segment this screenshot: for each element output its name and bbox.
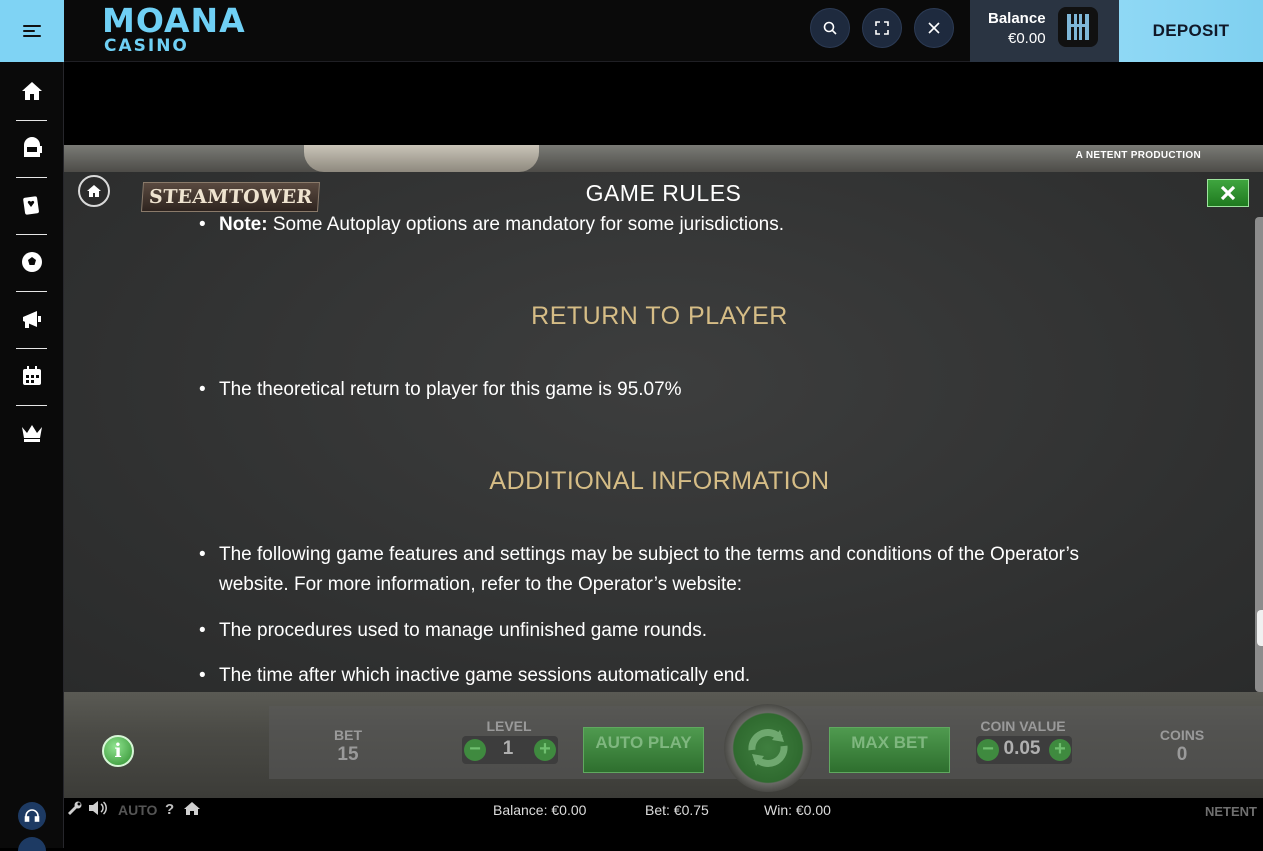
level-label: LEVEL xyxy=(486,718,532,734)
search-icon xyxy=(823,21,837,35)
deposit-button[interactable]: DEPOSIT xyxy=(1119,0,1263,62)
support-button[interactable] xyxy=(18,802,46,830)
additional-text: The procedures used to manage unfinished… xyxy=(219,620,707,641)
fullscreen-button[interactable] xyxy=(862,8,902,48)
sidebar xyxy=(0,62,64,851)
user-avatar-icon xyxy=(1067,14,1089,40)
coin-value-label: COIN VALUE xyxy=(980,718,1066,734)
bullet: • xyxy=(199,620,206,641)
menu-button[interactable] xyxy=(0,0,64,62)
sidebar-item-casino[interactable] xyxy=(17,190,47,220)
sidebar-divider xyxy=(16,348,47,349)
additional-info-heading: ADDITIONAL INFORMATION xyxy=(489,467,830,495)
sidebar-item-home[interactable] xyxy=(17,76,47,106)
balance-widget[interactable]: Balance €0.00 xyxy=(970,0,1119,62)
status-balance: Balance: €0.00 xyxy=(493,802,587,818)
additional-text: The following game features and settings… xyxy=(219,544,1080,595)
close-rules-button[interactable] xyxy=(1207,179,1249,207)
game-frame: A NETENT PRODUCTION STEAMTOWER GAME RULE… xyxy=(64,145,1263,823)
rules-note: • Note: Some Autoplay options are mandato… xyxy=(199,210,784,240)
bullet: • xyxy=(199,214,206,235)
rules-scrollbar-thumb[interactable] xyxy=(1257,610,1263,646)
balance-label: Balance xyxy=(988,10,1046,27)
settings-wrench-icon[interactable] xyxy=(67,801,83,819)
bet-label: BET xyxy=(334,727,362,743)
search-button[interactable] xyxy=(810,8,850,48)
home-icon[interactable] xyxy=(183,801,201,820)
additional-text: The time after which inactive game sessi… xyxy=(219,665,751,686)
help-icon[interactable]: ? xyxy=(165,801,174,818)
close-icon xyxy=(928,22,940,34)
game-rules-panel: STEAMTOWER GAME RULES • Note: Some Autopl… xyxy=(64,172,1263,692)
additional-info-item: • The time after which inactive game sess… xyxy=(199,661,751,691)
netent-logo: NETENT xyxy=(1205,804,1257,819)
coin-value-increase-button[interactable]: + xyxy=(1049,739,1071,761)
close-game-button[interactable] xyxy=(914,8,954,48)
level-increase-button[interactable]: + xyxy=(534,739,556,761)
home-icon xyxy=(22,82,42,100)
sidebar-item-sports[interactable] xyxy=(17,247,47,277)
sidebar-item-slots[interactable] xyxy=(17,133,47,163)
casino-logo[interactable]: MOANA CASINO xyxy=(102,1,246,56)
hamburger-icon xyxy=(23,22,41,40)
close-icon xyxy=(1220,185,1236,201)
chat-button[interactable] xyxy=(18,837,46,851)
status-win: Win: €0.00 xyxy=(764,802,831,818)
fullscreen-icon xyxy=(875,21,889,35)
sidebar-divider xyxy=(16,234,47,235)
game-header-strip: A NETENT PRODUCTION xyxy=(64,145,1263,172)
spin-icon xyxy=(748,729,788,767)
sidebar-item-promotions[interactable] xyxy=(17,304,47,334)
bullet: • xyxy=(199,379,206,400)
additional-info-item: • The procedures used to manage unfinishe… xyxy=(199,616,707,646)
coins-label: COINS xyxy=(1159,727,1205,743)
spin-button[interactable] xyxy=(724,704,812,792)
top-bar: MOANA CASINO Balance €0.00 DEPOSIT xyxy=(0,0,1263,62)
balance-value: €0.00 xyxy=(1008,30,1046,47)
level-value: 1 xyxy=(502,738,514,759)
avatar[interactable] xyxy=(1058,7,1098,47)
sidebar-divider xyxy=(16,291,47,292)
autoplay-button[interactable]: AUTO PLAY xyxy=(583,727,704,773)
level-decrease-button[interactable]: − xyxy=(464,739,486,761)
bet-value: 15 xyxy=(337,744,359,765)
game-control-panel: i BET 15 LEVEL − 1 + AUTO PLAY MAX BET C… xyxy=(64,692,1263,798)
calendar-icon xyxy=(23,366,41,385)
game-status-bar: AUTO ? Balance: €0.00 Bet: €0.75 Win: €0… xyxy=(64,798,1263,823)
sidebar-divider xyxy=(16,177,47,178)
info-icon: i xyxy=(114,740,122,762)
logo-subtext: CASINO xyxy=(104,36,189,56)
max-bet-button[interactable]: MAX BET xyxy=(829,727,950,773)
sidebar-item-vip[interactable] xyxy=(17,418,47,448)
additional-info-item: • The following game features and setting… xyxy=(199,540,1119,600)
game-header-decoration xyxy=(304,145,539,172)
logo-text: MOANA xyxy=(102,1,246,40)
sound-icon[interactable] xyxy=(88,801,108,819)
cards-icon xyxy=(23,196,39,215)
promotions-icon xyxy=(23,311,41,328)
note-text: Some Autoplay options are mandatory for … xyxy=(267,214,784,235)
headset-icon xyxy=(24,809,40,822)
bullet: • xyxy=(199,665,206,686)
rtp-heading: RETURN TO PLAYER xyxy=(531,302,788,330)
sidebar-item-calendar[interactable] xyxy=(17,361,47,391)
coins-value: 0 xyxy=(1176,744,1188,765)
status-bet: Bet: €0.75 xyxy=(645,802,709,818)
football-icon xyxy=(22,252,42,272)
info-button[interactable]: i xyxy=(102,735,134,767)
slot-machine-icon xyxy=(24,137,42,157)
sidebar-divider xyxy=(16,405,47,406)
sidebar-divider xyxy=(16,120,47,121)
auto-toggle[interactable]: AUTO xyxy=(118,802,157,818)
coin-value: 0.05 xyxy=(1003,738,1041,759)
producer-credit: A NETENT PRODUCTION xyxy=(1075,150,1201,161)
note-prefix: Note: xyxy=(219,214,268,235)
rtp-text: The theoretical return to player for thi… xyxy=(219,379,682,400)
rtp-text-item: • The theoretical return to player for th… xyxy=(199,375,682,405)
crown-icon xyxy=(22,425,42,442)
bullet: • xyxy=(199,544,206,565)
rules-title: GAME RULES xyxy=(585,180,742,206)
